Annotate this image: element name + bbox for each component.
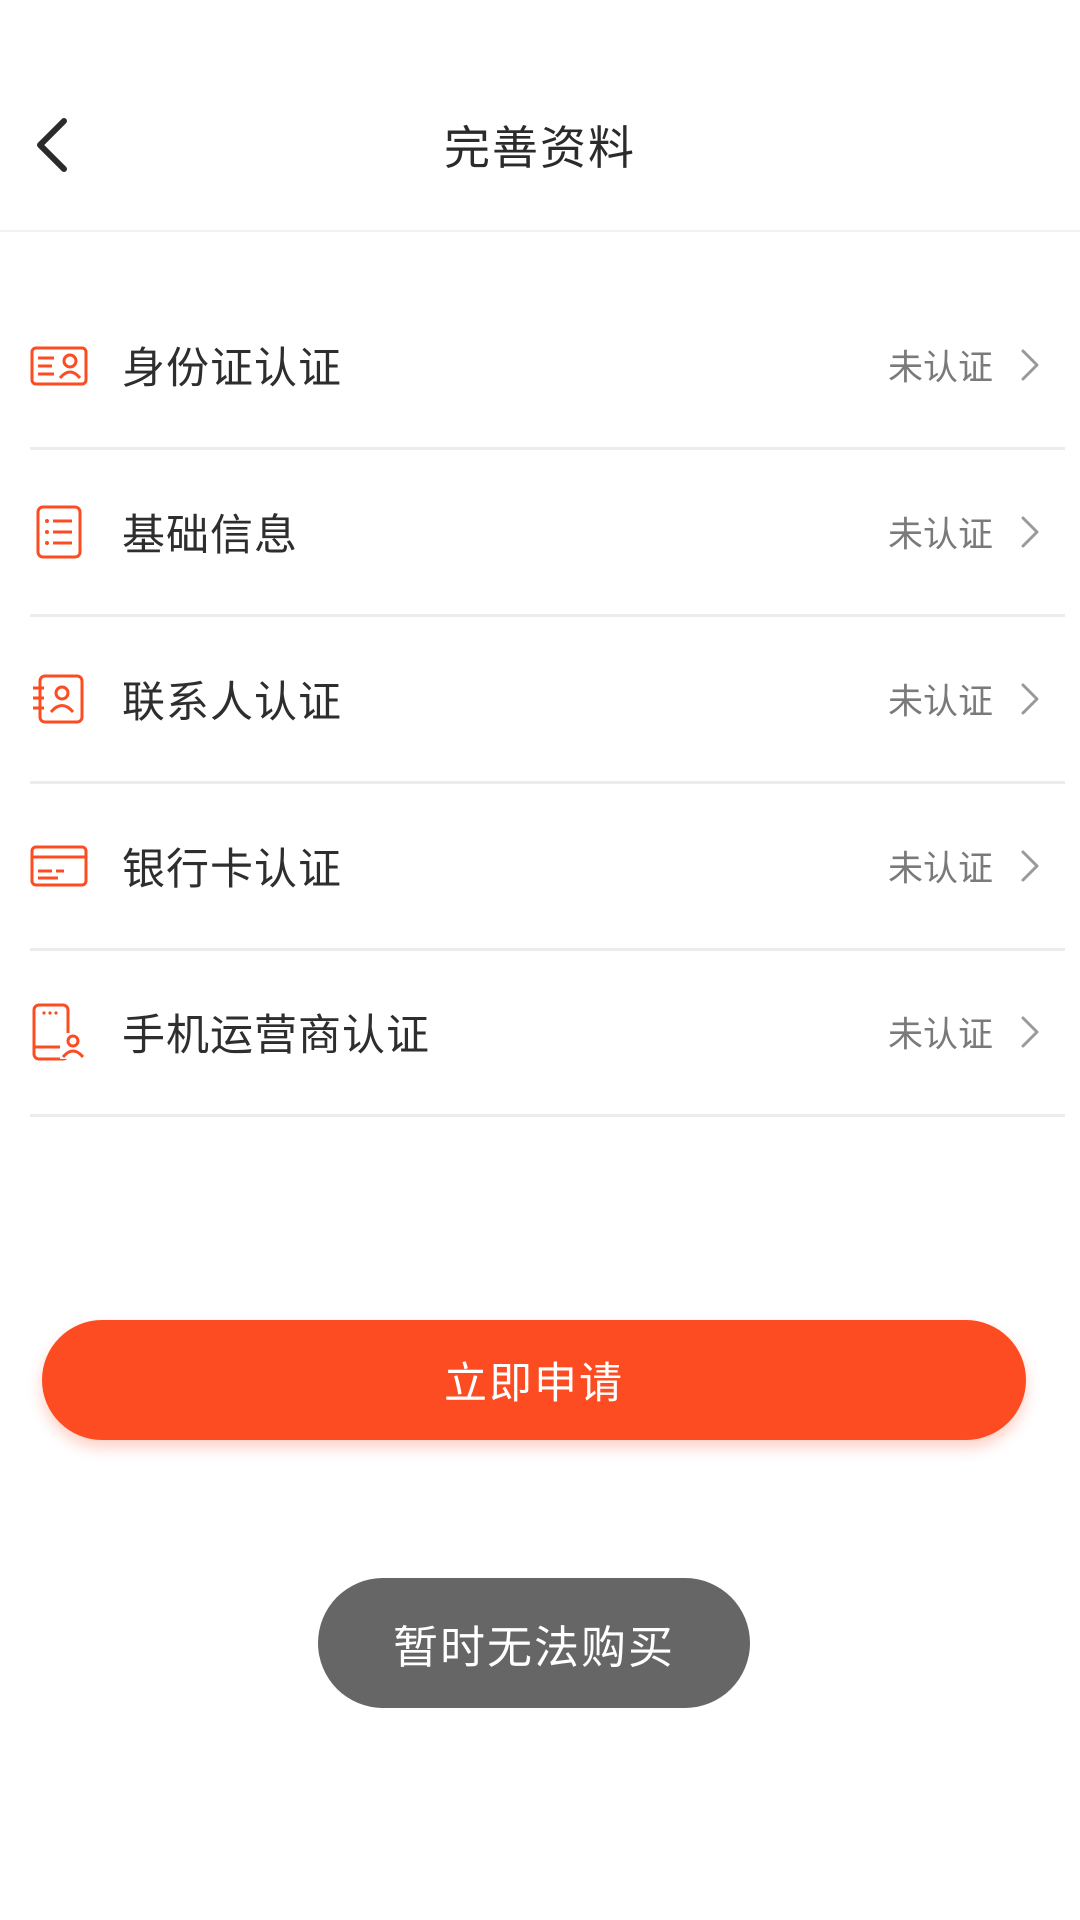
- toast-message: 暂时无法购买: [318, 1578, 750, 1708]
- bank-card-icon: [30, 845, 88, 887]
- row-bank-card-verification[interactable]: 银行卡认证 未认证: [30, 784, 1065, 951]
- row-label: 手机运营商认证: [122, 1011, 430, 1061]
- chevron-right-icon: [1021, 516, 1039, 548]
- complete-profile-screen: 完善资料 身份证认证 未认证 基础信息 未认证 联系人认证 未认证 银行卡认证 …: [0, 0, 1080, 1920]
- list-document-icon: [36, 505, 82, 559]
- chevron-right-icon: [1021, 850, 1039, 882]
- chevron-right-icon: [1021, 1016, 1039, 1048]
- row-basic-info[interactable]: 基础信息 未认证: [30, 450, 1065, 617]
- row-id-card-verification[interactable]: 身份证认证 未认证: [30, 283, 1065, 450]
- row-label: 基础信息: [122, 511, 298, 561]
- nav-header: 完善资料: [0, 0, 1080, 232]
- page-title: 完善资料: [444, 121, 636, 175]
- status-text: 未认证: [887, 515, 993, 556]
- row-label: 联系人认证: [122, 678, 342, 728]
- row-contact-verification[interactable]: 联系人认证 未认证: [30, 617, 1065, 784]
- status-text: 未认证: [887, 1015, 993, 1056]
- contact-card-icon: [33, 674, 84, 724]
- mobile-user-icon: [32, 1003, 86, 1061]
- row-mobile-carrier-verification[interactable]: 手机运营商认证 未认证: [30, 950, 1065, 1117]
- row-label: 银行卡认证: [122, 845, 342, 895]
- status-text: 未认证: [887, 348, 993, 389]
- chevron-right-icon: [1021, 683, 1039, 715]
- apply-now-button[interactable]: 立即申请: [42, 1320, 1026, 1440]
- status-text: 未认证: [887, 849, 993, 890]
- status-text: 未认证: [887, 682, 993, 723]
- chevron-right-icon: [1021, 349, 1039, 381]
- id-card-icon: [30, 346, 88, 386]
- row-label: 身份证认证: [122, 344, 342, 394]
